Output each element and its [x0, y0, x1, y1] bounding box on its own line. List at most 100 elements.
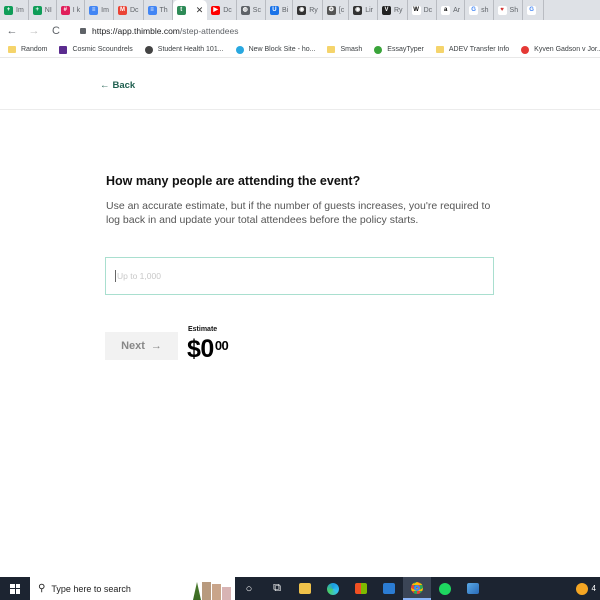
task-view-icon[interactable]: ⧉: [263, 577, 291, 600]
back-nav-button[interactable]: ←: [6, 25, 18, 37]
bookmark-item[interactable]: Kyven Gadson v Jor...: [521, 45, 600, 54]
gmail-icon: M: [117, 5, 127, 15]
folder-icon: [327, 46, 336, 53]
mail-icon[interactable]: [375, 577, 403, 600]
browser-tab-strip: + Im + NI # I k ≡ Im M Dc ≡ Th t ✕ ▶ Dc ◍ Sc U Bi ◉ Ry ❂ [c ◉ Lir…: [0, 0, 600, 20]
system-tray: 4: [575, 582, 600, 595]
chrome-icon[interactable]: [403, 577, 431, 600]
openai-icon: ❂: [326, 5, 336, 15]
windows-logo-icon: [10, 583, 20, 594]
bookmark-item[interactable]: Cosmic Scoundrels: [59, 45, 133, 54]
browser-tab[interactable]: # I k: [57, 0, 86, 20]
browser-tab[interactable]: V Ry: [378, 0, 408, 20]
estimate-value: $0 00: [187, 335, 229, 364]
browser-tab[interactable]: W Dc: [408, 0, 438, 20]
bookmark-item[interactable]: New Block Site - ho...: [235, 45, 316, 54]
url-field[interactable]: https://app.thimble.com/step-attendees: [80, 26, 239, 36]
flo-icon: [521, 45, 530, 54]
bookmark-item[interactable]: Smash: [327, 46, 362, 53]
reload-button[interactable]: C: [50, 25, 62, 37]
text-caret: [115, 270, 116, 282]
bookmark-item[interactable]: Random: [8, 46, 47, 53]
store-icon[interactable]: [347, 577, 375, 600]
browser-tab[interactable]: ◉ Lir: [349, 0, 378, 20]
check-icon: [374, 45, 383, 54]
browser-tab[interactable]: ◍ Sc: [237, 0, 266, 20]
docs-icon: ≡: [147, 5, 157, 15]
browser-tab[interactable]: ❂ [c: [323, 0, 350, 20]
tab-title: Im: [16, 6, 24, 14]
attendees-input[interactable]: [105, 257, 494, 295]
bookmark-item[interactable]: ADEV Transfer Info: [435, 46, 510, 53]
bookmark-label: Kyven Gadson v Jor...: [534, 46, 600, 53]
bookmark-label: New Block Site - ho...: [248, 46, 316, 53]
spotify-icon[interactable]: [431, 577, 459, 600]
tab-title: sh: [481, 6, 489, 14]
globe-icon: [144, 45, 153, 54]
search-icon: ⚲: [38, 583, 46, 594]
browser-tab[interactable]: Gsh: [465, 0, 494, 20]
github-icon: ◉: [353, 5, 363, 15]
weather-icon[interactable]: [575, 582, 588, 595]
tab-title: Lir: [365, 6, 373, 14]
file-explorer-icon[interactable]: [291, 577, 319, 600]
windows-taskbar: ⚲ Type here to search ○ ⧉ 4: [0, 577, 600, 600]
wikipedia-icon: W: [411, 5, 421, 15]
forward-nav-button[interactable]: →: [28, 25, 40, 37]
tray-text: 4: [591, 584, 596, 593]
browser-tab[interactable]: ▶ Dc: [207, 0, 237, 20]
browser-tab[interactable]: ◉ Ry: [293, 0, 323, 20]
page-description: Use an accurate estimate, but if the num…: [106, 200, 491, 226]
tab-title: Bi: [281, 6, 289, 14]
folder-icon: [8, 46, 16, 53]
bookmark-item[interactable]: EssayTyper: [374, 45, 424, 54]
estimate-cents: 00: [214, 338, 229, 353]
next-label: Next: [121, 340, 145, 352]
shield-icon: U: [269, 5, 279, 15]
page-title: How many people are attending the event?: [106, 174, 361, 188]
globe-icon: ◍: [240, 5, 250, 15]
browser-tab[interactable]: + Im: [0, 0, 29, 20]
bookmark-label: Smash: [340, 46, 363, 53]
tab-title: I k: [72, 6, 81, 14]
browser-tab[interactable]: M Dc: [114, 0, 144, 20]
google-icon: G: [527, 5, 537, 15]
arrow-left-icon: ←: [100, 80, 110, 91]
search-highlight-illustration: [193, 578, 235, 600]
browser-tab[interactable]: a Ar: [437, 0, 466, 20]
youtube-icon: ▶: [211, 5, 221, 15]
taskbar-search-placeholder: Type here to search: [51, 583, 131, 594]
browser-tab[interactable]: G: [523, 0, 545, 20]
bookmarks-bar: Random Cosmic Scoundrels Student Health 10…: [0, 42, 600, 58]
start-button[interactable]: [0, 577, 30, 600]
slack-icon: #: [60, 5, 70, 15]
bookmark-label: EssayTyper: [387, 46, 424, 53]
back-link[interactable]: ← Back: [100, 80, 135, 91]
taskbar-search[interactable]: ⚲ Type here to search: [30, 577, 235, 600]
cosmic-icon: [59, 45, 68, 54]
bookmark-item[interactable]: Student Health 101...: [144, 45, 224, 54]
tab-title: Dc: [223, 6, 232, 14]
browser-tab[interactable]: ♥ Sh: [494, 0, 524, 20]
tab-title: Th: [159, 6, 168, 14]
browser-tab[interactable]: ≡ Im: [85, 0, 114, 20]
heart-icon: ♥: [497, 5, 507, 15]
close-icon[interactable]: ✕: [196, 5, 204, 16]
sheets-icon: +: [4, 5, 13, 15]
tab-title: Sc: [252, 6, 261, 14]
arrow-right-icon: →: [150, 340, 162, 352]
browser-tab[interactable]: U Bi: [266, 0, 294, 20]
edge-icon[interactable]: [319, 577, 347, 600]
bookmark-label: Random: [21, 46, 48, 53]
bookmark-label: Cosmic Scoundrels: [72, 46, 133, 53]
browser-tab[interactable]: ≡ Th: [144, 0, 173, 20]
cortana-icon[interactable]: ○: [235, 577, 263, 600]
bookmark-label: ADEV Transfer Info: [448, 46, 510, 53]
photos-icon[interactable]: [459, 577, 487, 600]
back-label: Back: [112, 80, 136, 91]
vi-icon: V: [382, 5, 391, 15]
next-button[interactable]: Next →: [105, 332, 178, 360]
browser-tab[interactable]: + NI: [29, 0, 57, 20]
browser-tab[interactable]: t ✕: [172, 0, 208, 20]
page-content: ← Back How many people are attending the…: [0, 58, 600, 570]
